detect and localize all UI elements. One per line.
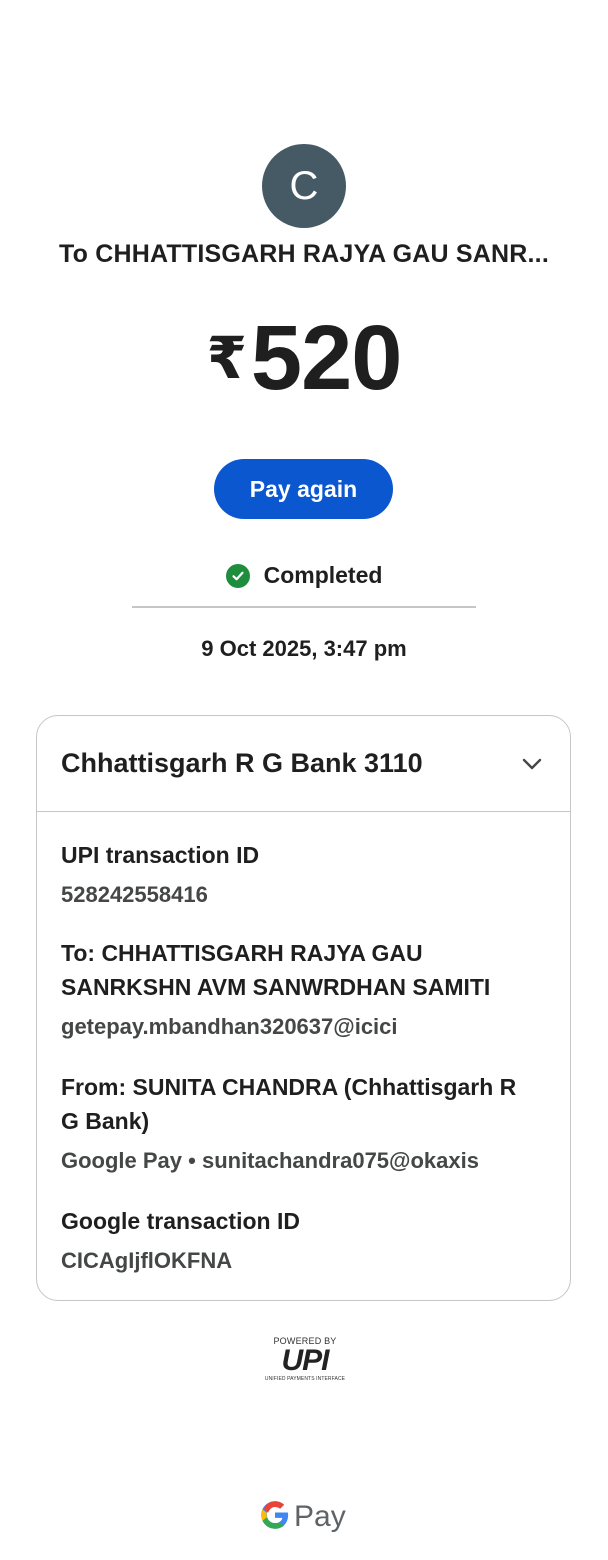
chevron-down-icon[interactable] xyxy=(520,752,544,776)
from-line-1: From: SUNITA CHANDRA (Chhattisgarh R xyxy=(61,1074,517,1100)
upi-wordmark: UPI xyxy=(281,1344,329,1377)
status-label: Completed xyxy=(263,562,383,588)
google-g-icon xyxy=(260,1500,290,1535)
from-vpa[interactable]: Google Pay • sunitachandra075@okaxis xyxy=(61,1144,551,1178)
google-transaction-title: Google transaction ID xyxy=(61,1208,300,1234)
to-vpa[interactable]: getepay.mbandhan320637@icici xyxy=(61,1010,551,1044)
to-line-2: SANRKSHN AVM SANWRDHAN SAMITI xyxy=(61,974,491,1000)
payment-amount: ₹ 520 xyxy=(0,308,608,408)
upi-transaction-title: UPI transaction ID xyxy=(61,842,260,868)
from-section: From: SUNITA CHANDRA (Chhattisgarh R G B… xyxy=(61,1070,551,1178)
bank-account-name: Chhattisgarh R G Bank 3110 xyxy=(61,748,423,778)
google-transaction-section: Google transaction ID CICAgIjflOKFNA xyxy=(61,1204,551,1278)
google-pay-logo: Pay xyxy=(260,1497,346,1537)
divider xyxy=(132,606,476,608)
bank-account-header[interactable]: Chhattisgarh R G Bank 3110 xyxy=(37,716,570,812)
currency-symbol: ₹ xyxy=(206,326,247,391)
google-transaction-id[interactable]: CICAgIjflOKFNA xyxy=(61,1244,551,1278)
check-circle-icon xyxy=(225,563,250,588)
gpay-label: Pay xyxy=(294,1500,346,1533)
to-line-1: To: CHHATTISGARH RAJYA GAU xyxy=(61,940,423,966)
transaction-timestamp: 9 Oct 2025, 3:47 pm xyxy=(201,636,407,661)
amount-value: 520 xyxy=(250,307,402,409)
recipient-avatar: C xyxy=(262,144,346,228)
upi-subtitle: UNIFIED PAYMENTS INTERFACE xyxy=(264,1376,346,1382)
avatar-initial: C xyxy=(289,163,319,208)
to-section: To: CHHATTISGARH RAJYA GAU SANRKSHN AVM … xyxy=(61,936,551,1044)
transaction-status: Completed xyxy=(0,562,608,589)
upi-transaction-section: UPI transaction ID 528242558416 xyxy=(61,838,551,912)
upi-transaction-id[interactable]: 528242558416 xyxy=(61,878,551,912)
from-line-2: G Bank) xyxy=(61,1108,150,1134)
pay-again-button[interactable]: Pay again xyxy=(214,459,393,519)
recipient-name: To CHHATTISGARH RAJYA GAU SANR... xyxy=(59,240,549,268)
upi-logo: POWERED BY UPI UNIFIED PAYMENTS INTERFAC… xyxy=(255,1336,355,1382)
transaction-details-card: Chhattisgarh R G Bank 3110 UPI transacti… xyxy=(36,715,571,1301)
